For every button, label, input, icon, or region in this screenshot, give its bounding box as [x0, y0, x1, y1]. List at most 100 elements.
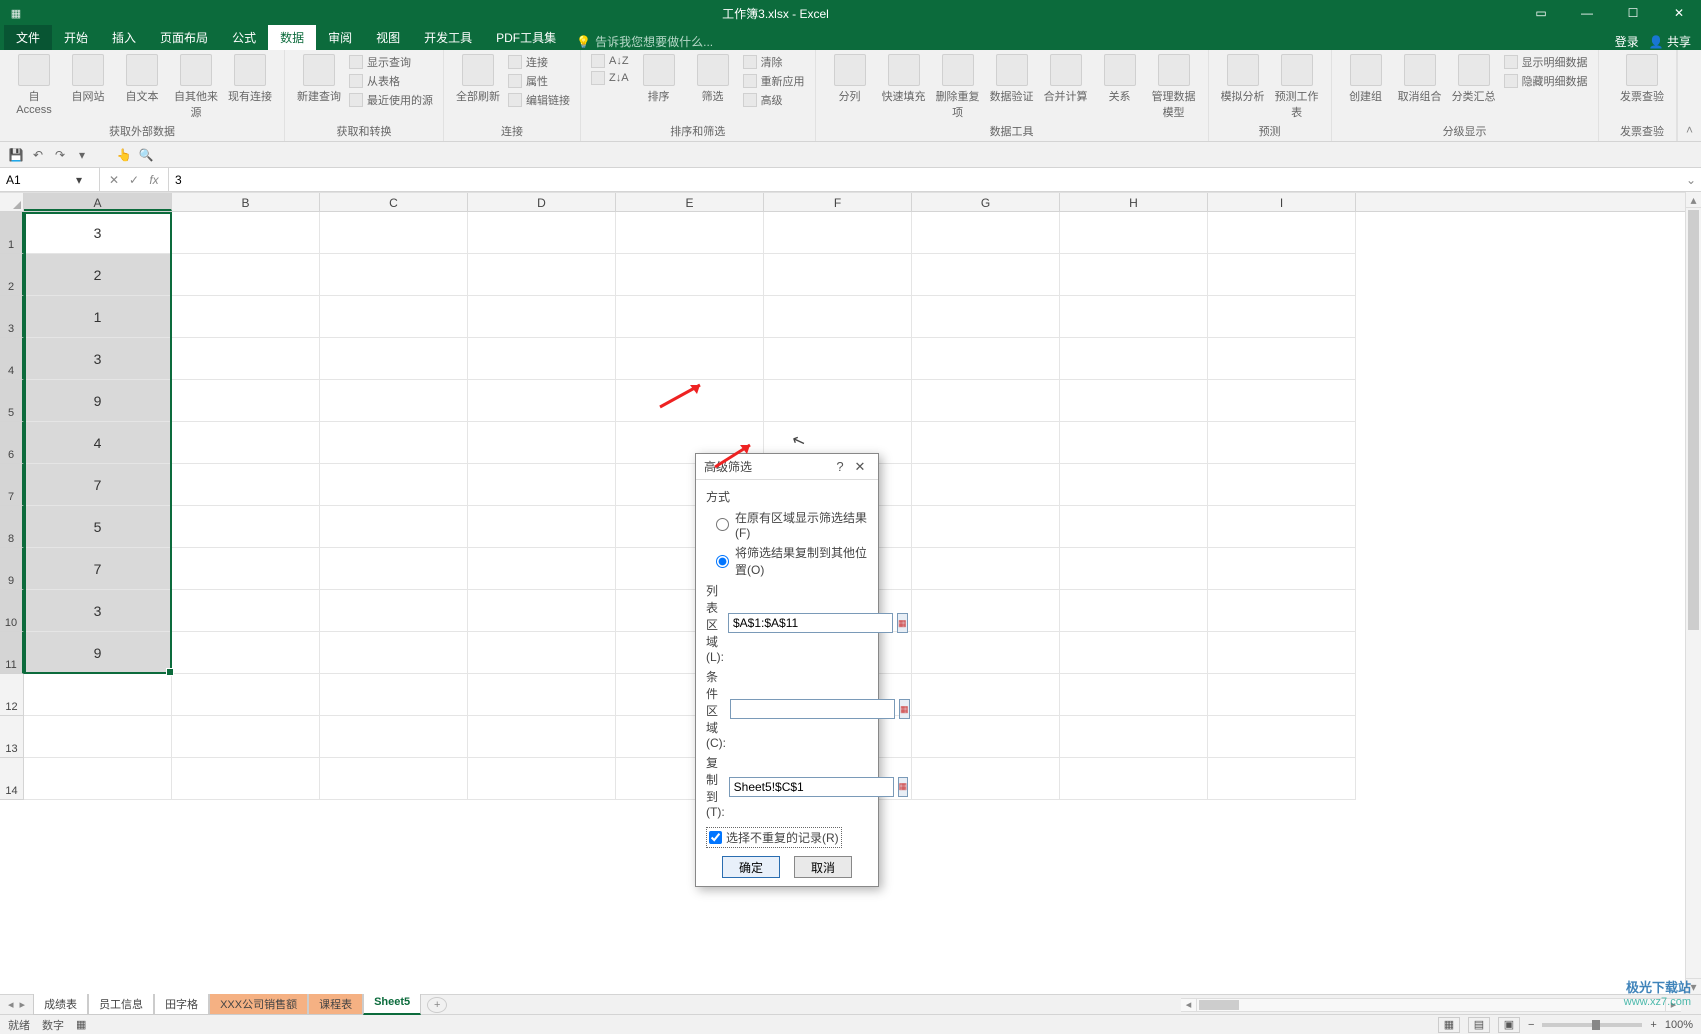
cell[interactable]: [764, 254, 912, 296]
hscroll-thumb[interactable]: [1199, 1000, 1239, 1010]
ribbon-button[interactable]: 发票查验: [1618, 54, 1666, 104]
cell[interactable]: [1060, 464, 1208, 506]
cell[interactable]: [320, 590, 468, 632]
radio-copy-to[interactable]: 将筛选结果复制到其他位置(O): [716, 544, 868, 578]
cell[interactable]: [468, 716, 616, 758]
sheet-tab[interactable]: 成绩表: [33, 994, 88, 1015]
tab-formulas[interactable]: 公式: [220, 25, 268, 50]
ribbon-button[interactable]: 筛选: [689, 54, 737, 104]
column-header[interactable]: I: [1208, 193, 1356, 211]
cancel-button[interactable]: 取消: [794, 856, 852, 878]
cell[interactable]: [1208, 674, 1356, 716]
find-doc-icon[interactable]: 🔍: [138, 147, 154, 163]
cell[interactable]: [320, 464, 468, 506]
hscroll-left-icon[interactable]: ◂: [1181, 999, 1197, 1011]
cell[interactable]: [912, 632, 1060, 674]
cell[interactable]: [1060, 338, 1208, 380]
cell[interactable]: [1060, 674, 1208, 716]
cell[interactable]: [1060, 254, 1208, 296]
cell[interactable]: [912, 548, 1060, 590]
ribbon-small-button[interactable]: 重新应用: [743, 73, 805, 89]
zoom-in-button[interactable]: +: [1650, 1019, 1656, 1031]
cell[interactable]: 9: [24, 632, 172, 674]
cell[interactable]: [172, 716, 320, 758]
cell[interactable]: [1208, 506, 1356, 548]
copy-to-picker-icon[interactable]: ▦: [898, 777, 909, 797]
cell[interactable]: [1208, 758, 1356, 800]
sheet-tab[interactable]: 课程表: [308, 994, 363, 1015]
redo-icon[interactable]: ↷: [52, 147, 68, 163]
tell-me[interactable]: 💡 告诉我您想要做什么...: [576, 33, 713, 50]
view-pagelayout-icon[interactable]: ▤: [1468, 1017, 1490, 1033]
select-all-corner[interactable]: [0, 193, 24, 211]
ribbon-small-button[interactable]: 清除: [743, 54, 805, 70]
add-sheet-button[interactable]: +: [427, 997, 447, 1013]
cell[interactable]: [1208, 338, 1356, 380]
dialog-help-icon[interactable]: ?: [830, 459, 850, 474]
tab-developer[interactable]: 开发工具: [412, 25, 484, 50]
vertical-scrollbar[interactable]: ▴ ▾: [1685, 192, 1701, 994]
login-link[interactable]: 登录: [1615, 33, 1639, 50]
maximize-button[interactable]: ☐: [1611, 0, 1655, 26]
cell[interactable]: [912, 212, 1060, 254]
cell[interactable]: [1060, 380, 1208, 422]
list-range-input[interactable]: [728, 613, 893, 633]
cell[interactable]: [468, 212, 616, 254]
sheet-tab[interactable]: 田字格: [154, 994, 209, 1015]
cell[interactable]: [172, 338, 320, 380]
ribbon-small-button[interactable]: 高级: [743, 92, 805, 108]
cancel-formula-icon[interactable]: ✕: [106, 173, 122, 187]
tab-home[interactable]: 开始: [52, 25, 100, 50]
save-icon[interactable]: 💾: [8, 147, 24, 163]
row-header[interactable]: 5: [0, 380, 24, 422]
column-header[interactable]: F: [764, 193, 912, 211]
cell[interactable]: [1208, 632, 1356, 674]
column-header[interactable]: E: [616, 193, 764, 211]
cell[interactable]: [172, 380, 320, 422]
cell[interactable]: [172, 590, 320, 632]
collapse-ribbon-icon[interactable]: ˄: [1677, 50, 1701, 141]
copy-to-input[interactable]: [729, 777, 894, 797]
cell[interactable]: [912, 506, 1060, 548]
cell[interactable]: [1208, 422, 1356, 464]
cell[interactable]: [1208, 212, 1356, 254]
zoom-slider[interactable]: [1542, 1023, 1642, 1027]
ribbon-small-button[interactable]: A↓Z: [591, 54, 629, 68]
cell[interactable]: [172, 464, 320, 506]
cell[interactable]: [1060, 548, 1208, 590]
radio-filter-inplace-input[interactable]: [716, 518, 729, 531]
cell[interactable]: [1060, 632, 1208, 674]
cell[interactable]: [172, 674, 320, 716]
ribbon-button[interactable]: 新建查询: [295, 54, 343, 104]
cell[interactable]: [1208, 464, 1356, 506]
horizontal-scrollbar[interactable]: ◂ ▸: [1181, 998, 1681, 1012]
cell[interactable]: [172, 548, 320, 590]
cell[interactable]: [172, 296, 320, 338]
cell[interactable]: [912, 254, 1060, 296]
cell[interactable]: [172, 632, 320, 674]
cell[interactable]: [320, 758, 468, 800]
touch-mode-icon[interactable]: 👆: [116, 147, 132, 163]
cell[interactable]: [468, 506, 616, 548]
cell[interactable]: [912, 758, 1060, 800]
cell[interactable]: 3: [24, 212, 172, 254]
ribbon-button[interactable]: 创建组: [1342, 54, 1390, 104]
cell[interactable]: 2: [24, 254, 172, 296]
ribbon-small-button[interactable]: 从表格: [349, 73, 433, 89]
cell[interactable]: [172, 212, 320, 254]
name-box-input[interactable]: [6, 173, 76, 187]
tab-view[interactable]: 视图: [364, 25, 412, 50]
status-record-icon[interactable]: ▦: [76, 1018, 86, 1031]
cell[interactable]: [172, 254, 320, 296]
cell[interactable]: [172, 506, 320, 548]
row-header[interactable]: 14: [0, 758, 24, 800]
cell[interactable]: 9: [24, 380, 172, 422]
minimize-button[interactable]: —: [1565, 0, 1609, 26]
cell[interactable]: [1060, 716, 1208, 758]
cell[interactable]: [1208, 254, 1356, 296]
cell[interactable]: [912, 338, 1060, 380]
cell[interactable]: [1208, 380, 1356, 422]
cell[interactable]: [1060, 296, 1208, 338]
cell[interactable]: [24, 716, 172, 758]
tab-pdftools[interactable]: PDF工具集: [484, 25, 568, 50]
